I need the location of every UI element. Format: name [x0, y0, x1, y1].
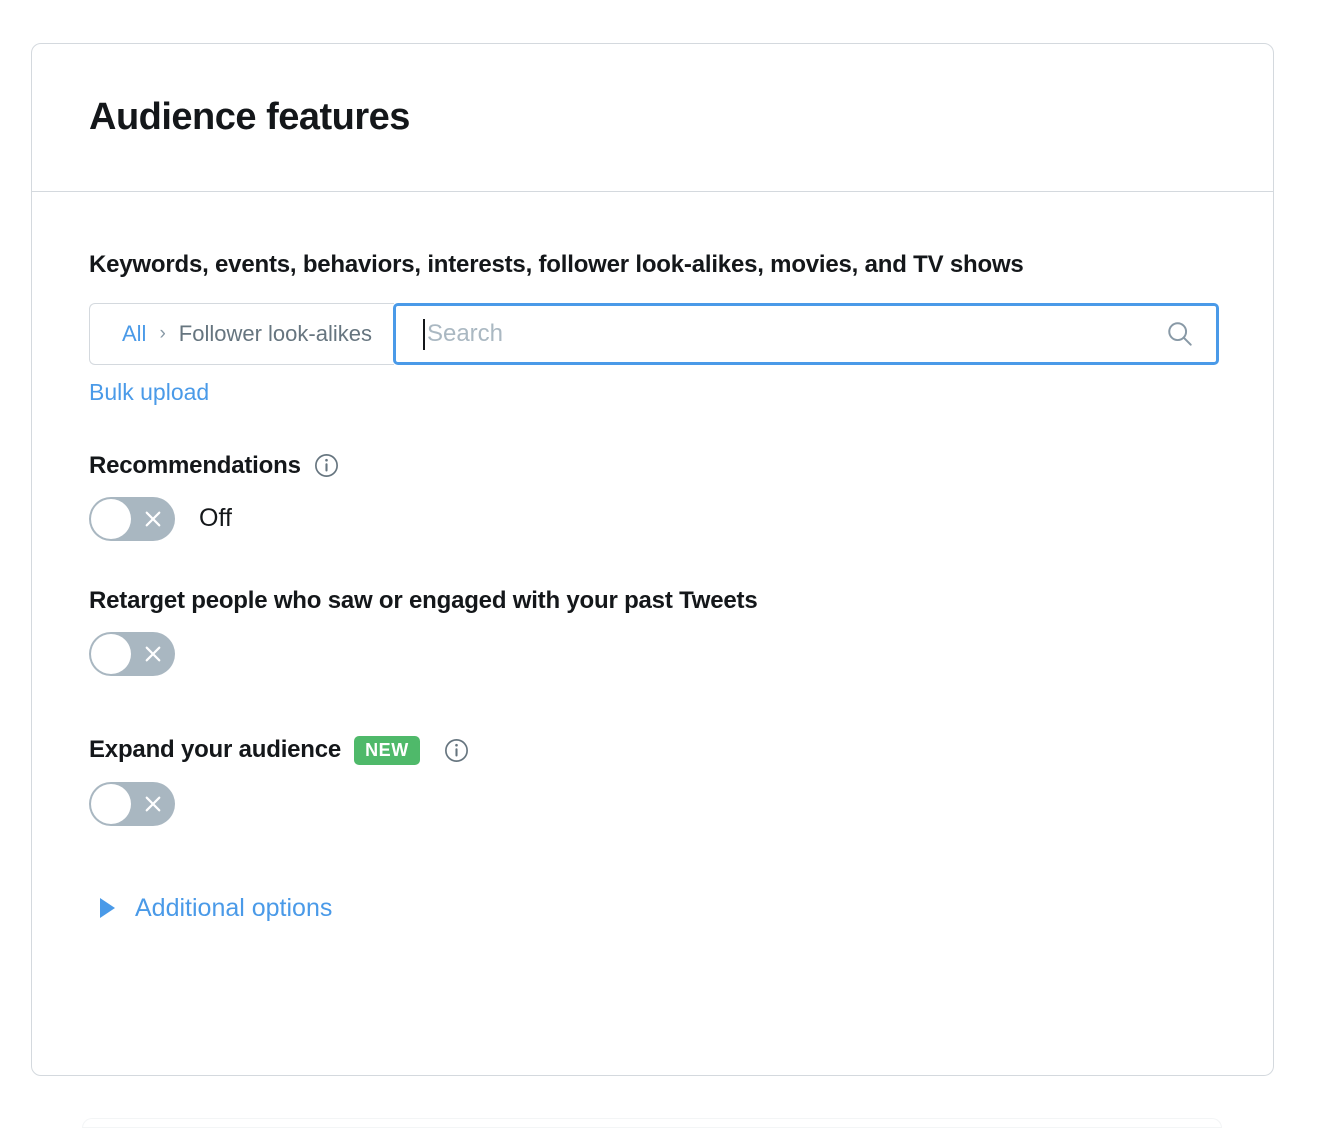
expand-audience-section: Expand your audience NEW — [89, 735, 1216, 826]
audience-search-row: All › Follower look-alikes Search — [89, 302, 1219, 365]
chevron-right-icon: › — [159, 323, 166, 345]
text-caret — [422, 318, 425, 350]
bulk-upload-link[interactable]: Bulk upload — [89, 379, 209, 406]
expand-audience-toggle[interactable] — [89, 781, 175, 826]
breadcrumb-item-all[interactable]: All — [122, 321, 146, 347]
retarget-toggle[interactable] — [89, 631, 175, 676]
card-body: Keywords, events, behaviors, interests, … — [32, 192, 1273, 923]
retarget-label-row: Retarget people who saw or engaged with … — [89, 587, 1216, 615]
retarget-section: Retarget people who saw or engaged with … — [89, 587, 1216, 676]
next-card-peek — [82, 1118, 1222, 1128]
page-title: Audience features — [89, 96, 410, 138]
audience-features-card: Audience features Keywords, events, beha… — [31, 43, 1274, 1076]
expand-audience-switch-row — [89, 781, 1216, 826]
search-placeholder: Search — [426, 319, 504, 347]
toggle-knob — [91, 633, 131, 674]
recommendations-label-row: Recommendations — [89, 452, 1216, 480]
triangle-right-icon — [100, 898, 115, 919]
toggle-knob — [91, 783, 131, 824]
new-badge: NEW — [354, 735, 420, 765]
close-icon — [145, 796, 161, 812]
keywords-field-heading: Keywords, events, behaviors, interests, … — [89, 251, 1024, 278]
close-icon — [145, 646, 161, 662]
info-icon[interactable] — [444, 738, 469, 763]
recommendations-label: Recommendations — [89, 451, 301, 479]
search-icon[interactable] — [1166, 320, 1194, 348]
toggle-knob — [91, 498, 131, 539]
retarget-label: Retarget people who saw or engaged with … — [89, 586, 758, 614]
recommendations-toggle-state: Off — [199, 504, 232, 533]
info-icon[interactable] — [314, 453, 339, 478]
recommendations-switch-row: Off — [89, 496, 1216, 541]
additional-options-toggle[interactable]: Additional options — [100, 894, 1216, 923]
recommendations-section: Recommendations Off — [89, 452, 1216, 541]
expand-audience-label-row: Expand your audience NEW — [89, 735, 1216, 765]
card-header: Audience features — [32, 44, 1273, 192]
close-icon — [145, 511, 161, 527]
search-input[interactable]: Search — [392, 302, 1219, 365]
retarget-switch-row — [89, 631, 1216, 676]
recommendations-toggle[interactable] — [89, 496, 175, 541]
additional-options-label: Additional options — [135, 893, 333, 922]
breadcrumb-item-current: Follower look-alikes — [178, 320, 372, 346]
breadcrumb[interactable]: All › Follower look-alikes — [89, 302, 394, 365]
expand-audience-label: Expand your audience — [89, 736, 342, 764]
